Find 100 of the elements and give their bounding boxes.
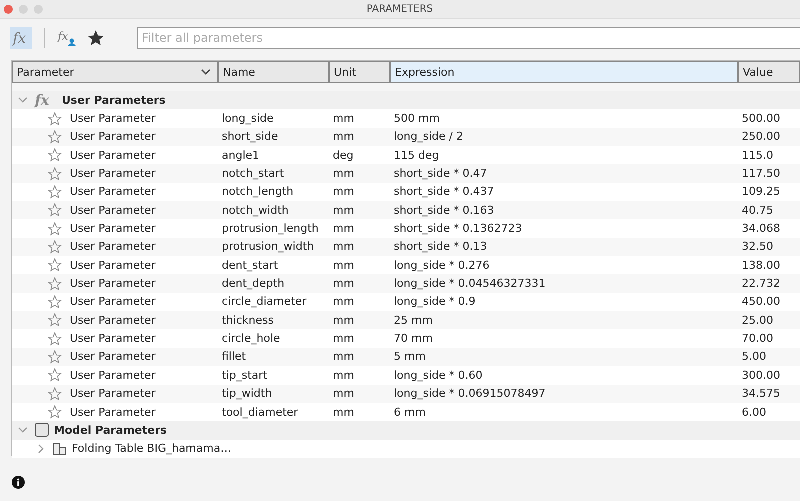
table-cell: mm [333, 258, 354, 272]
table-cell: 32.50 [742, 240, 774, 254]
table-cell: short_side * 0.437 [394, 185, 494, 198]
star-icon[interactable] [48, 276, 62, 291]
table-cell: User Parameter [70, 148, 156, 162]
table-cell: long_side * 0.9 [394, 295, 476, 308]
table-cell: notch_width [222, 204, 289, 217]
table-cell: User Parameter [70, 350, 156, 364]
star-icon[interactable] [48, 313, 62, 328]
table-cell: 109.25 [742, 185, 780, 198]
table-cell: mm [333, 368, 354, 382]
table-cell: User Parameter [70, 332, 156, 346]
table-cell: long_side * 0.06915078497 [394, 387, 546, 400]
star-icon[interactable] [48, 405, 62, 420]
star-icon[interactable] [48, 332, 62, 346]
star-icon[interactable] [48, 240, 62, 254]
table-cell: mm [333, 240, 354, 254]
table-cell: 450.00 [742, 295, 780, 308]
info-icon[interactable] [12, 476, 25, 489]
table-cell: tool_diameter [222, 406, 298, 419]
table-cell: 6 mm [394, 406, 426, 419]
user-function-button[interactable]: fx [57, 27, 79, 49]
column-header[interactable]: Name [218, 61, 329, 83]
column-header[interactable]: Parameter [12, 61, 218, 83]
column-header[interactable]: Unit [329, 61, 390, 83]
table-cell: 138.00 [742, 258, 780, 272]
table-cell: 70.00 [742, 332, 774, 346]
table-cell: 500.00 [742, 112, 780, 126]
table-cell: circle_diameter [222, 295, 307, 308]
table-cell: short_side [222, 130, 278, 144]
column-header[interactable]: Value [738, 61, 800, 83]
table-cell: 5 mm [394, 350, 426, 364]
table-cell: User Parameter [70, 387, 156, 400]
table-cell: protrusion_length [222, 222, 319, 236]
table-cell: protrusion_width [222, 240, 314, 254]
table-cell: tip_width [222, 387, 272, 400]
table-cell: mm [333, 332, 354, 346]
star-icon[interactable] [48, 184, 62, 199]
column-header[interactable]: Expression [390, 61, 738, 83]
table-cell: User Parameter [70, 130, 156, 144]
table-cell: dent_start [222, 258, 278, 272]
table-cell: 117.50 [742, 167, 780, 180]
star-icon[interactable] [48, 130, 62, 144]
table-cell: User Parameter [70, 185, 156, 198]
star-icon[interactable] [48, 203, 62, 218]
table-cell: mm [333, 130, 354, 144]
table-cell: 40.75 [742, 204, 774, 217]
star-icon[interactable] [48, 294, 62, 309]
star-icon[interactable] [48, 112, 62, 126]
group-label[interactable]: Model Parameters [54, 424, 168, 437]
filter-field[interactable]: Filter all parameters [137, 27, 800, 49]
table-cell: deg [333, 148, 354, 162]
table-cell: 22.732 [742, 277, 780, 290]
table-cell: User Parameter [70, 112, 156, 126]
table-cell: short_side * 0.1362723 [394, 222, 522, 236]
table-cell: mm [333, 185, 354, 198]
table-cell: tip_start [222, 368, 268, 382]
table-cell: 34.575 [742, 387, 780, 400]
table-cell: angle1 [222, 148, 260, 162]
window-title: PARAMETERS [366, 4, 434, 14]
table-cell: 6.00 [742, 406, 766, 419]
group-label[interactable]: User Parameters [62, 94, 166, 107]
component-icon [52, 440, 68, 457]
table-cell: User Parameter [70, 258, 156, 272]
tree-item[interactable]: Folding Table BIG_hamama… [72, 442, 232, 456]
table-cell: 25 mm [394, 314, 433, 327]
table-cell: notch_start [222, 167, 284, 180]
table-cell: fillet [222, 350, 246, 364]
table-cell: User Parameter [70, 406, 156, 419]
star-icon[interactable] [48, 258, 62, 272]
star-icon[interactable] [48, 222, 62, 236]
star-icon[interactable] [48, 166, 62, 181]
table-cell: mm [333, 277, 354, 290]
function-icon: fx [34, 91, 58, 110]
table-cell: User Parameter [70, 368, 156, 382]
table-cell: User Parameter [70, 204, 156, 217]
table-cell: short_side * 0.47 [394, 167, 488, 180]
table-cell: 500 mm [394, 112, 440, 126]
star-icon[interactable] [48, 350, 62, 364]
close-button[interactable] [4, 4, 13, 14]
table-cell: long_side [222, 112, 274, 126]
table-cell: mm [333, 204, 354, 217]
table-cell: notch_length [222, 185, 294, 198]
table-cell: dent_depth [222, 277, 285, 290]
table-cell: User Parameter [70, 222, 156, 236]
table-cell: short_side * 0.13 [394, 240, 488, 254]
expand-toggle[interactable] [36, 444, 46, 454]
table-cell: 250.00 [742, 130, 780, 144]
table-cell: mm [333, 350, 354, 364]
star-icon[interactable] [48, 386, 62, 401]
table-cell: 5.00 [742, 350, 766, 364]
table-cell: mm [333, 222, 354, 236]
table-cell: mm [333, 167, 354, 180]
star-icon[interactable] [48, 148, 62, 162]
table-cell: 34.068 [742, 222, 780, 236]
expand-toggle[interactable] [18, 425, 28, 436]
star-icon[interactable] [48, 368, 62, 382]
table-cell: 115 deg [394, 148, 440, 162]
table-cell: mm [333, 112, 354, 126]
expand-toggle[interactable] [18, 95, 28, 106]
